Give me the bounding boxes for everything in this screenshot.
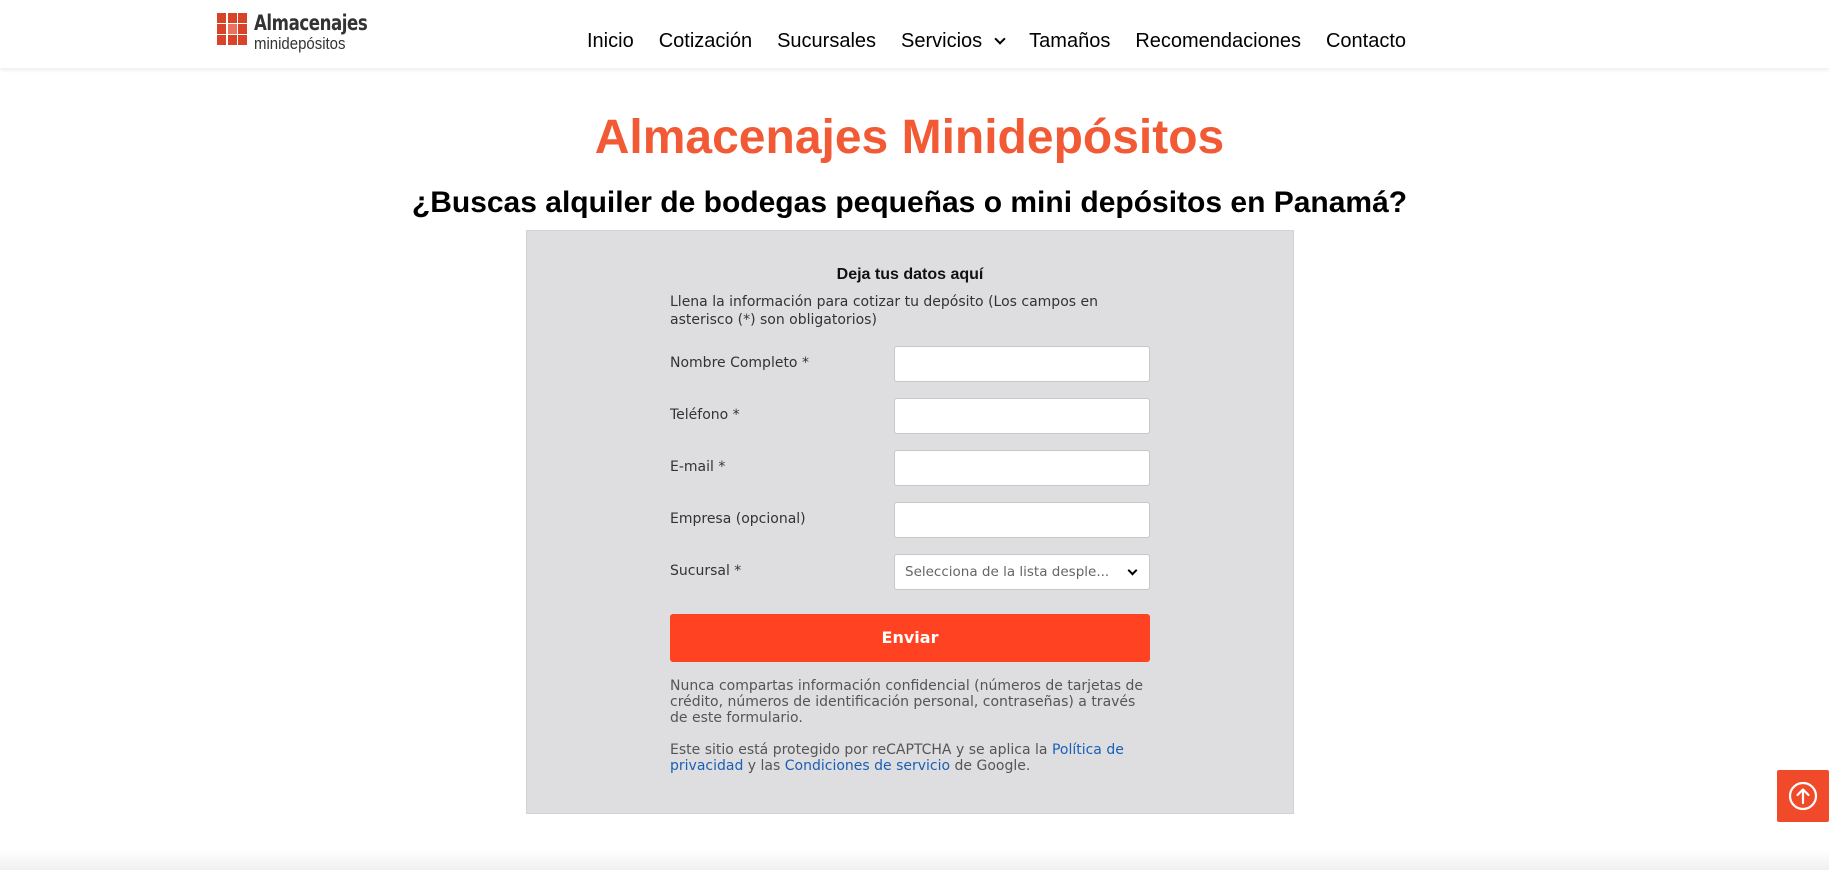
nav-item-label: Servicios — [901, 30, 983, 52]
quote-form-panel: Deja tus datos aquí Llena la información… — [526, 230, 1294, 814]
chevron-down-icon — [1127, 565, 1138, 576]
logo-line-1: Almacenajes — [254, 11, 368, 35]
nav-item-label: Contacto — [1325, 30, 1407, 52]
branch-label: Sucursal * — [670, 563, 742, 579]
nav-item-tamanos[interactable]: Tamaños — [1029, 30, 1110, 53]
nav-item-label: Inicio — [587, 30, 634, 52]
recaptcha-note: Este sitio está protegido por reCAPTCHA … — [670, 742, 1150, 774]
nav-item-cotizacion[interactable]: Cotización — [659, 30, 752, 53]
nav-item-label: Tamaños — [1029, 30, 1111, 52]
privacy-note: Nunca compartas información confidencial… — [670, 678, 1143, 726]
field-row-email: E-mail * — [670, 450, 1150, 486]
nav-item-servicios[interactable]: Servicios — [901, 30, 1006, 53]
email-label: E-mail * — [670, 459, 726, 475]
form-intro: Llena la información para cotizar tu dep… — [670, 294, 1098, 328]
arrow-up-circle-icon — [1788, 781, 1818, 811]
field-row-name: Nombre Completo * — [670, 346, 1150, 382]
company-label: Empresa (opcional) — [670, 511, 806, 527]
main-nav: Inicio Cotización Sucursales Servicios T… — [587, 30, 1431, 53]
branch-select-value: Selecciona de la lista desple... — [905, 564, 1110, 580]
nav-item-sucursales[interactable]: Sucursales — [777, 30, 876, 53]
field-row-phone: Teléfono * — [670, 398, 1150, 434]
name-label: Nombre Completo * — [670, 355, 809, 371]
field-row-branch: Sucursal * Selecciona de la lista desple… — [670, 554, 1150, 590]
recaptcha-suffix: de Google. — [950, 758, 1031, 774]
nav-item-label: Recomendaciones — [1135, 30, 1301, 52]
name-input[interactable] — [894, 346, 1150, 382]
terms-of-service-link[interactable]: Condiciones de servicio — [785, 758, 950, 774]
logo[interactable]: Almacenajes minidepósitos — [217, 13, 383, 52]
recaptcha-prefix: Este sitio está protegido por reCAPTCHA … — [670, 742, 1052, 758]
logo-text: Almacenajes minidepósitos — [254, 11, 383, 53]
submit-button[interactable]: Enviar — [670, 614, 1150, 662]
recaptcha-middle: y las — [743, 758, 785, 774]
nav-item-contacto[interactable]: Contacto — [1326, 30, 1406, 53]
chevron-down-icon — [994, 33, 1006, 45]
logo-mark-icon — [217, 13, 247, 45]
logo-line-2: minidepósitos — [254, 34, 346, 53]
company-input[interactable] — [894, 502, 1150, 538]
nav-item-inicio[interactable]: Inicio — [587, 30, 634, 53]
phone-label: Teléfono * — [670, 407, 740, 423]
phone-input[interactable] — [894, 398, 1150, 434]
back-to-top-button[interactable] — [1777, 770, 1829, 822]
nav-item-label: Sucursales — [777, 30, 877, 52]
email-input[interactable] — [894, 450, 1150, 486]
page-bottom-edge — [0, 850, 1829, 870]
branch-select[interactable]: Selecciona de la lista desple... — [894, 554, 1150, 590]
form-title: Deja tus datos aquí — [836, 266, 984, 283]
site-header: Almacenajes minidepósitos Inicio Cotizac… — [0, 0, 1829, 68]
nav-item-recomendaciones[interactable]: Recomendaciones — [1135, 30, 1301, 53]
page-title: Almacenajes Minidepósitos — [594, 111, 1225, 164]
page-subtitle: ¿Buscas alquiler de bodegas pequeñas o m… — [411, 186, 1408, 219]
field-row-company: Empresa (opcional) — [670, 502, 1150, 538]
nav-item-label: Cotización — [658, 30, 753, 52]
